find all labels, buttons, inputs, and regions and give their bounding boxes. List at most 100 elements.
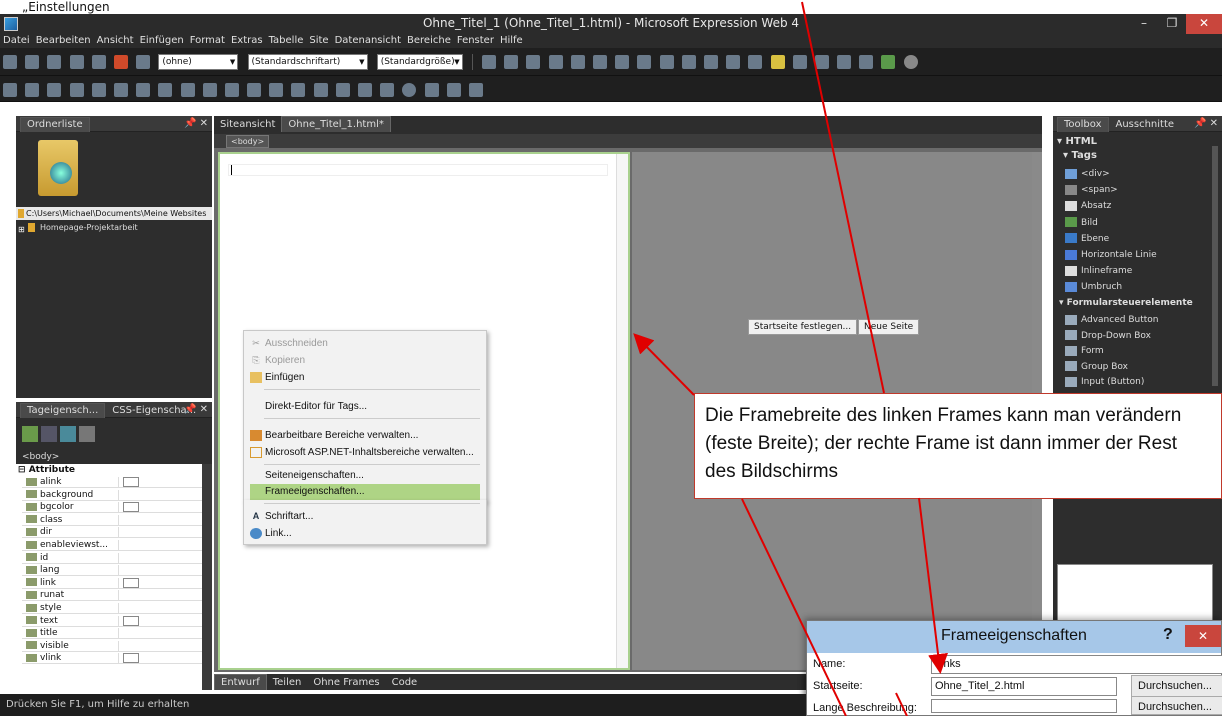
cell-merge-icon[interactable]	[202, 83, 217, 97]
font-combo[interactable]: (Standardschriftart)	[247, 54, 368, 70]
toolbox-tag-0[interactable]: <div>	[1065, 166, 1110, 182]
prop-value[interactable]	[118, 527, 212, 538]
toolbox-form-2[interactable]: Form	[1065, 343, 1104, 359]
ctx-bearbeitbare-bereiche[interactable]: Bearbeitbare Bereiche verwalten...	[250, 427, 480, 444]
publish-icon[interactable]	[91, 55, 106, 69]
eraser-icon[interactable]	[313, 83, 328, 97]
color-swatch[interactable]	[123, 502, 139, 513]
folder-item-homepage[interactable]: ⊞ Homepage-Projektarbeit	[16, 221, 212, 234]
maximize-button[interactable]: ❐	[1158, 14, 1186, 34]
align-baseline-icon[interactable]	[158, 83, 173, 97]
close-button[interactable]: ✕	[1186, 14, 1222, 34]
align-top-icon[interactable]	[91, 83, 106, 97]
tab-ohne-titel-1[interactable]: Ohne_Titel_1.html*	[281, 116, 391, 132]
toolbox-tag-1[interactable]: <span>	[1065, 182, 1118, 198]
cell-split-icon[interactable]	[224, 83, 239, 97]
italic-icon[interactable]	[548, 55, 563, 69]
color-swatch[interactable]	[123, 477, 139, 487]
tab-entwurf[interactable]: Entwurf	[214, 674, 267, 690]
delete-icon[interactable]	[335, 83, 350, 97]
tab-teilen[interactable]: Teilen	[267, 675, 308, 690]
toolbox-form-3[interactable]: Group Box	[1065, 359, 1128, 375]
dialog-startseite-input[interactable]: Ohne_Titel_2.html	[931, 677, 1117, 696]
sharepoint-icon[interactable]	[113, 55, 128, 69]
ctx-direkt-editor[interactable]: Direkt-Editor für Tags...	[250, 398, 480, 415]
prop-row-visible[interactable]: visible	[22, 640, 212, 652]
ctx-frameeigenschaften[interactable]: Frameeigenschaften...	[250, 484, 480, 500]
expand-icon[interactable]: ⊞	[18, 223, 25, 236]
frame-split-h-icon[interactable]	[47, 83, 62, 97]
size-combo[interactable]: (Standardgröße)	[376, 54, 463, 70]
events-icon[interactable]	[79, 426, 95, 442]
toolbox-tags-head[interactable]: ▾ Tags	[1063, 150, 1097, 161]
tab-ordnerliste[interactable]: Ordnerliste	[20, 117, 90, 132]
underline-icon[interactable]	[570, 55, 585, 69]
color-swatch[interactable]	[123, 615, 139, 626]
tab-code[interactable]: Code	[386, 675, 424, 690]
indent-icon[interactable]	[726, 55, 741, 69]
dialog-browse-beschreibung-button[interactable]: Durchsuchen...	[1131, 696, 1222, 715]
toolbox-tag-6[interactable]: Inlineframe	[1065, 263, 1132, 279]
menu-format[interactable]: Format	[187, 34, 228, 48]
prop-value[interactable]	[118, 552, 212, 563]
tab-toolbox[interactable]: Toolbox	[1057, 117, 1109, 132]
menu-datei[interactable]: Datei	[0, 34, 33, 48]
align-middle-icon[interactable]	[113, 83, 128, 97]
prop-value[interactable]	[118, 628, 212, 639]
menu-einfuegen[interactable]: Einfügen	[137, 34, 187, 48]
align-center-icon[interactable]	[615, 55, 630, 69]
toolbox-tag-5[interactable]: Horizontale Linie	[1065, 247, 1157, 263]
prop-value[interactable]	[118, 489, 212, 500]
font-color-icon[interactable]	[792, 55, 807, 69]
toolbox-tag-3[interactable]: Bild	[1065, 215, 1098, 231]
dialog-help-button[interactable]: ?	[1163, 626, 1173, 644]
folder-icon[interactable]	[47, 55, 62, 69]
prop-value[interactable]	[118, 603, 212, 613]
ctx-kopieren[interactable]: ⎘ Kopieren	[250, 352, 480, 369]
outdent-icon[interactable]	[703, 55, 718, 69]
draw-icon[interactable]	[269, 83, 284, 97]
ctx-ausschneiden[interactable]: ✂ Ausschneiden	[250, 335, 480, 352]
prop-row-bgcolor[interactable]: bgcolor	[22, 502, 212, 514]
color-swatch[interactable]	[123, 577, 139, 588]
menu-tabelle[interactable]: Tabelle	[266, 34, 307, 48]
prop-row-id[interactable]: id	[22, 552, 212, 564]
tab-ohne-frames[interactable]: Ohne Frames	[307, 675, 385, 690]
redo-icon[interactable]	[504, 55, 519, 69]
prop-row-text[interactable]: text	[22, 615, 212, 627]
align-left-icon[interactable]	[593, 55, 607, 69]
sort-icon[interactable]	[41, 426, 57, 442]
menu-ansicht[interactable]: Ansicht	[94, 34, 137, 48]
prop-row-title[interactable]: title	[22, 628, 212, 640]
arrow-tool-icon[interactable]	[468, 83, 483, 97]
ctx-seiteneigenschaften[interactable]: Seiteneigenschaften...	[250, 469, 480, 483]
prop-value[interactable]	[118, 514, 212, 525]
prop-row-background[interactable]: background	[22, 489, 212, 501]
frame-left-scrollbar[interactable]	[616, 154, 628, 668]
menu-fenster[interactable]: Fenster	[454, 34, 497, 48]
props-scrollbar[interactable]	[202, 464, 212, 690]
hotspot-icon[interactable]	[446, 83, 461, 97]
prop-value[interactable]	[118, 540, 212, 550]
prop-row-style[interactable]: style	[22, 603, 212, 614]
menu-site[interactable]: Site	[306, 34, 331, 48]
undo-icon[interactable]	[482, 55, 497, 69]
toolbox-scrollbar[interactable]	[1212, 146, 1218, 386]
tab-siteansicht[interactable]: Siteansicht	[214, 117, 281, 132]
polygon-icon[interactable]	[424, 83, 439, 97]
frame-split-icon[interactable]	[25, 83, 40, 97]
picture-icon[interactable]	[859, 55, 874, 69]
folder-path[interactable]: C:\Users\Michael\Documents\Meine Website…	[16, 207, 212, 220]
circle-icon[interactable]	[402, 83, 417, 97]
frame-icon[interactable]	[3, 83, 17, 97]
new-page-icon[interactable]	[3, 55, 17, 69]
toolbox-tag-7[interactable]: Umbruch	[1065, 279, 1122, 295]
frame-left-text-cursor-area[interactable]	[228, 164, 608, 176]
prop-row-vlink[interactable]: vlink	[22, 653, 212, 665]
borders-icon[interactable]	[748, 55, 763, 69]
pencil-icon[interactable]	[291, 83, 306, 97]
menu-hilfe[interactable]: Hilfe	[497, 34, 526, 48]
menu-extras[interactable]: Extras	[228, 34, 266, 48]
tab-ausschnitte[interactable]: Ausschnitte	[1109, 117, 1182, 132]
toolbox-form-1[interactable]: Drop-Down Box	[1065, 328, 1151, 344]
